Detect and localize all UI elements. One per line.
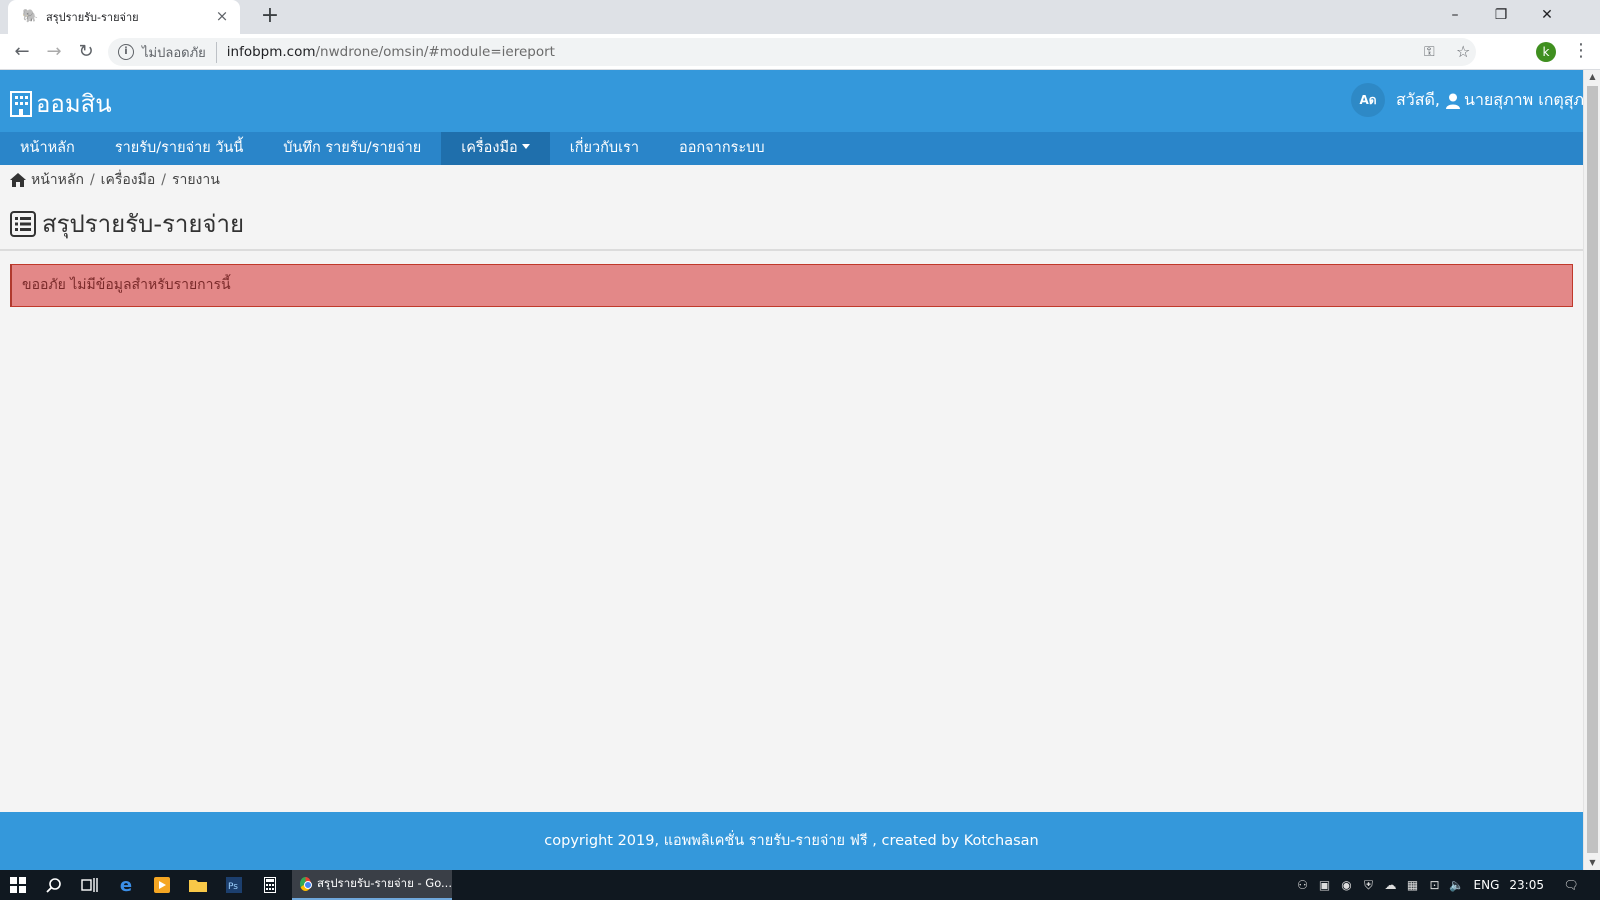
notifications-icon[interactable]: 🗨 <box>1560 878 1582 892</box>
breadcrumb-home[interactable]: หน้าหลัก <box>31 169 84 191</box>
task-view-icon[interactable] <box>72 870 108 900</box>
user-name: นายสุภาพ เกตุสุภะ <box>1464 90 1583 109</box>
network-icon[interactable]: ⊡ <box>1424 878 1446 892</box>
taskbar-app-label: สรุปรายรับ-รายจ่าย - Go... <box>317 876 452 890</box>
tray-app-icon[interactable]: ◉ <box>1336 878 1358 892</box>
scroll-down-icon[interactable]: ▼ <box>1584 856 1600 870</box>
minimize-button[interactable]: – <box>1432 0 1478 30</box>
star-icon[interactable]: ☆ <box>1456 42 1470 61</box>
greeting-text: สวัสดี, <box>1396 90 1440 109</box>
search-icon[interactable] <box>36 870 72 900</box>
language-indicator[interactable]: ENG <box>1474 878 1500 892</box>
breadcrumb-report: รายงาน <box>171 172 220 188</box>
page-title: สรุปรายรับ-รายจ่าย <box>42 210 245 238</box>
people-icon[interactable]: ⚇ <box>1292 878 1314 892</box>
security-label[interactable]: ไม่ปลอดภัย <box>142 41 217 63</box>
language-button[interactable]: Aด <box>1351 83 1385 117</box>
scroll-up-icon[interactable]: ▲ <box>1584 70 1600 84</box>
site-header: ออมสิน Aด สวัสดี, นายสุภาพ เกตุสุภะ <box>0 70 1583 132</box>
url-path: /nwdrone/omsin/#module=iereport <box>315 44 555 60</box>
url-host: infobpm.com <box>226 44 316 60</box>
home-icon <box>10 173 26 187</box>
forward-arrow-icon[interactable]: → <box>42 40 66 64</box>
calculator-icon[interactable] <box>252 870 288 900</box>
photoshop-icon[interactable]: Ps <box>216 870 252 900</box>
nav-item-home[interactable]: หน้าหลัก <box>0 132 95 165</box>
restore-button[interactable]: ❐ <box>1478 0 1524 30</box>
back-arrow-icon[interactable]: ← <box>10 40 34 64</box>
windows-start-icon[interactable] <box>0 870 36 900</box>
browser-menu-icon[interactable]: ⋮ <box>1572 40 1590 61</box>
windows-taskbar: e Ps สรุปรายรับ-รายจ่าย - Go... ⚇ ▣ ◉ ⛨ … <box>0 870 1600 900</box>
scroll-thumb[interactable] <box>1587 86 1598 853</box>
breadcrumb-separator: / <box>161 172 166 188</box>
building-icon <box>10 90 32 117</box>
page-scrollbar[interactable]: ▲ ▼ <box>1583 70 1600 870</box>
nav-item-about[interactable]: เกี่ยวกับเรา <box>550 132 659 165</box>
title-divider <box>0 249 1583 251</box>
chrome-icon <box>300 877 313 891</box>
onedrive-icon[interactable]: ☁ <box>1380 878 1402 892</box>
list-icon <box>10 210 36 237</box>
close-window-button[interactable]: ✕ <box>1524 0 1570 30</box>
breadcrumb-separator: / <box>89 172 95 188</box>
elephant-favicon-icon: 🐘 <box>22 9 39 24</box>
taskbar-chrome-app[interactable]: สรุปรายรับ-รายจ่าย - Go... <box>292 870 452 900</box>
nav-item-tools[interactable]: เครื่องมือ <box>441 132 550 165</box>
svg-text:Ps: Ps <box>228 882 238 892</box>
user-greeting[interactable]: สวัสดี, นายสุภาพ เกตุสุภะ <box>1396 88 1583 113</box>
nav-item-tools-label: เครื่องมือ <box>461 140 518 156</box>
edge-icon[interactable]: e <box>108 870 144 900</box>
tab-title: สรุปรายรับ-รายจ่าย <box>46 11 139 24</box>
main-navbar: หน้าหลัก รายรับ/รายจ่าย วันนี้ บันทึก รา… <box>0 132 1583 165</box>
system-tray: ⚇ ▣ ◉ ⛨ ☁ ▦ ⊡ 🔈 ENG 23:05 🗨 <box>1292 870 1600 900</box>
nav-item-record[interactable]: บันทึก รายรับ/รายจ่าย <box>263 132 441 165</box>
key-icon[interactable]: ⚿ <box>1424 44 1435 60</box>
reload-icon[interactable]: ↻ <box>74 40 98 64</box>
web-page: ออมสิน Aด สวัสดี, นายสุภาพ เกตุสุภะ หน้า… <box>0 70 1583 870</box>
file-explorer-icon[interactable] <box>180 870 216 900</box>
breadcrumb-tools[interactable]: เครื่องมือ <box>101 169 156 191</box>
shield-icon[interactable]: ⛨ <box>1358 878 1380 893</box>
address-bar[interactable]: i ไม่ปลอดภัย infobpm.com/nwdrone/omsin/#… <box>108 38 1476 66</box>
caret-down-icon <box>521 144 530 149</box>
tray-app-icon[interactable]: ▦ <box>1402 878 1424 892</box>
tray-app-icon[interactable]: ▣ <box>1314 878 1336 892</box>
volume-icon[interactable]: 🔈 <box>1446 878 1468 892</box>
no-data-alert: ขออภัย ไม่มีข้อมูลสำหรับรายการนี้ <box>10 264 1573 307</box>
site-footer: copyright 2019, แอพพลิเคชั่น รายรับ-รายจ… <box>0 812 1583 870</box>
close-tab-icon[interactable]: × <box>214 9 230 25</box>
browser-tab[interactable]: 🐘 สรุปรายรับ-รายจ่าย × <box>8 0 240 34</box>
user-icon <box>1446 93 1460 109</box>
url-text[interactable]: infobpm.com/nwdrone/omsin/#module=ierepo… <box>227 44 555 60</box>
page-title-row: สรุปรายรับ-รายจ่าย <box>10 204 244 243</box>
browser-toolbar: ← → ↻ i ไม่ปลอดภัย infobpm.com/nwdrone/o… <box>0 34 1600 70</box>
nav-item-today[interactable]: รายรับ/รายจ่าย วันนี้ <box>95 132 263 165</box>
browser-tabstrip: 🐘 สรุปรายรับ-รายจ่าย × + – ❐ ✕ <box>0 0 1600 34</box>
info-icon[interactable]: i <box>118 44 134 60</box>
site-logo[interactable]: ออมสิน <box>10 84 112 123</box>
nav-item-logout[interactable]: ออกจากระบบ <box>659 132 785 165</box>
logo-text: ออมสิน <box>36 90 112 118</box>
profile-avatar[interactable]: k <box>1536 42 1556 62</box>
clock[interactable]: 23:05 <box>1509 878 1544 892</box>
breadcrumb: หน้าหลัก / เครื่องมือ / รายงาน <box>10 169 220 191</box>
media-player-icon[interactable] <box>144 870 180 900</box>
new-tab-button[interactable]: + <box>258 5 282 29</box>
